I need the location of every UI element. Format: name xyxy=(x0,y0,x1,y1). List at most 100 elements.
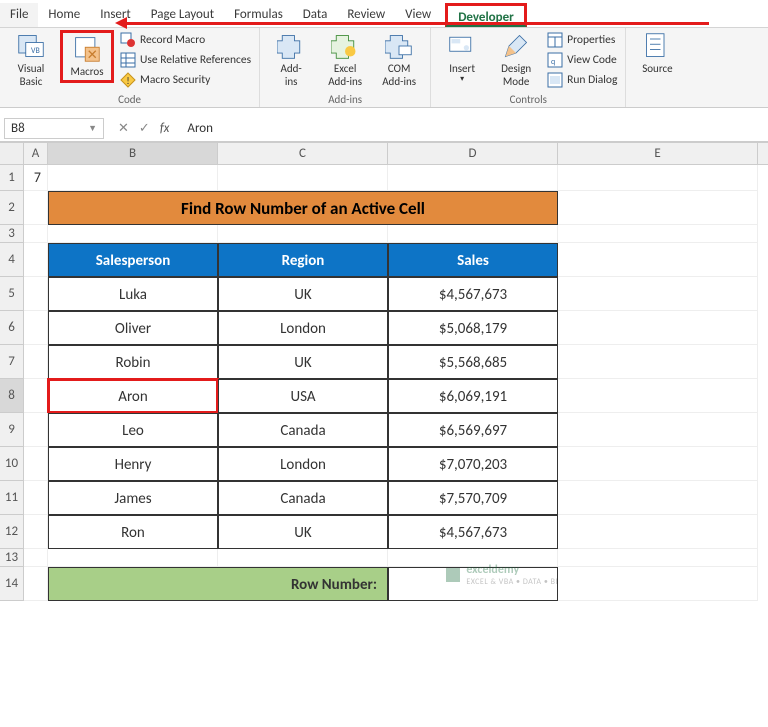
annotation-arrow xyxy=(119,22,709,25)
row-number-label[interactable]: Row Number: xyxy=(48,567,388,601)
cell-sales[interactable]: $7,070,203 xyxy=(388,447,558,481)
row-1: 1 7 xyxy=(0,165,768,191)
com-addins-button[interactable]: COM Add-ins xyxy=(374,30,424,90)
excel-addins-button[interactable]: Excel Add-ins xyxy=(320,30,370,90)
table-row: 5 LukaUK$4,567,673 xyxy=(0,277,768,311)
table-row: 11 JamesCanada$7,570,709 xyxy=(0,481,768,515)
cell-sales[interactable]: $6,069,191 xyxy=(388,379,558,413)
cell-salesperson[interactable]: James xyxy=(48,481,218,515)
cancel-formula-icon[interactable]: ✕ xyxy=(118,121,129,136)
run-dialog-button[interactable]: Run Dialog xyxy=(545,70,619,90)
header-region[interactable]: Region xyxy=(218,243,388,277)
row-header-2[interactable]: 2 xyxy=(0,191,24,225)
row-header[interactable]: 10 xyxy=(0,447,24,481)
row-header[interactable]: 7 xyxy=(0,345,24,379)
row-4: 4 Salesperson Region Sales xyxy=(0,243,768,277)
cell-region[interactable]: London xyxy=(218,447,388,481)
cell-region[interactable]: USA xyxy=(218,379,388,413)
macros-icon xyxy=(73,35,101,63)
row-header[interactable]: 5 xyxy=(0,277,24,311)
macro-security-icon: ! xyxy=(120,72,136,88)
cell-region[interactable]: Canada xyxy=(218,413,388,447)
accept-formula-icon[interactable]: ✓ xyxy=(139,121,150,136)
tab-file[interactable]: File xyxy=(0,3,38,27)
cell-region[interactable]: UK xyxy=(218,345,388,379)
name-box[interactable]: B8▼ xyxy=(4,118,104,139)
visual-basic-button[interactable]: VB Visual Basic xyxy=(6,30,56,90)
svg-text:VB: VB xyxy=(31,47,40,56)
cell-sales[interactable]: $5,568,685 xyxy=(388,345,558,379)
insert-control-icon xyxy=(448,32,476,60)
macros-button[interactable]: Macros xyxy=(60,30,114,83)
row-header-3[interactable]: 3 xyxy=(0,225,24,243)
fx-icon[interactable]: fx xyxy=(160,121,170,136)
cell-salesperson[interactable]: Oliver xyxy=(48,311,218,345)
record-macro-icon xyxy=(120,32,136,48)
select-all-corner[interactable] xyxy=(0,143,24,164)
run-dialog-icon xyxy=(547,72,563,88)
record-macro-button[interactable]: Record Macro xyxy=(118,30,253,50)
row-header[interactable]: 12 xyxy=(0,515,24,549)
cell-salesperson[interactable]: Leo xyxy=(48,413,218,447)
cell-salesperson[interactable]: Aron xyxy=(48,379,218,413)
col-header-e[interactable]: E xyxy=(558,143,758,164)
cell-region[interactable]: Canada xyxy=(218,481,388,515)
formula-input[interactable]: Aron xyxy=(169,121,213,136)
cell-region[interactable]: London xyxy=(218,311,388,345)
row-3: 3 xyxy=(0,225,768,243)
cell-region[interactable]: UK xyxy=(218,515,388,549)
row-header[interactable]: 11 xyxy=(0,481,24,515)
properties-icon xyxy=(547,32,563,48)
col-header-b[interactable]: B xyxy=(48,143,218,164)
ribbon-tabs: File Home Insert Page Layout Formulas Da… xyxy=(0,0,768,28)
table-row: 7 RobinUK$5,568,685 xyxy=(0,345,768,379)
table-row: 12 RonUK$4,567,673 xyxy=(0,515,768,549)
row-header[interactable]: 8 xyxy=(0,379,24,413)
addins-button[interactable]: Add- ins xyxy=(266,30,316,90)
worksheet: A B C D E 1 7 2 Find Row Number of an Ac… xyxy=(0,142,768,601)
title-banner[interactable]: Find Row Number of an Active Cell xyxy=(48,191,558,225)
cell-salesperson[interactable]: Robin xyxy=(48,345,218,379)
cell-sales[interactable]: $7,570,709 xyxy=(388,481,558,515)
svg-text:!: ! xyxy=(126,74,129,87)
ribbon: VB Visual Basic Macros Record Macro Use … xyxy=(0,28,768,108)
macro-security-button[interactable]: ! Macro Security xyxy=(118,70,253,90)
tab-home[interactable]: Home xyxy=(38,3,90,27)
group-controls: Insert▾ Design Mode Properties q View Co… xyxy=(431,28,626,107)
formula-bar: B8▼ ✕ ✓ fx Aron xyxy=(0,116,768,142)
svg-text:q: q xyxy=(551,57,555,67)
row-header[interactable]: 9 xyxy=(0,413,24,447)
group-label-addins: Add-ins xyxy=(266,92,424,106)
header-sales[interactable]: Sales xyxy=(388,243,558,277)
cell-sales[interactable]: $5,068,179 xyxy=(388,311,558,345)
excel-addins-icon xyxy=(331,32,359,60)
cell-salesperson[interactable]: Luka xyxy=(48,277,218,311)
design-mode-button[interactable]: Design Mode xyxy=(491,30,541,90)
use-relative-references-button[interactable]: Use Relative References xyxy=(118,50,253,70)
table-row: 6 OliverLondon$5,068,179 xyxy=(0,311,768,345)
cell-sales[interactable]: $4,567,673 xyxy=(388,515,558,549)
insert-control-button[interactable]: Insert▾ xyxy=(437,30,487,87)
col-header-c[interactable]: C xyxy=(218,143,388,164)
row-header[interactable]: 6 xyxy=(0,311,24,345)
col-header-a[interactable]: A xyxy=(24,143,48,164)
cell-sales[interactable]: $6,569,697 xyxy=(388,413,558,447)
properties-button[interactable]: Properties xyxy=(545,30,619,50)
source-icon xyxy=(643,32,671,60)
row-header-14[interactable]: 14 xyxy=(0,567,24,601)
cell-salesperson[interactable]: Henry xyxy=(48,447,218,481)
table-row: 9 LeoCanada$6,569,697 xyxy=(0,413,768,447)
view-code-button[interactable]: q View Code xyxy=(545,50,619,70)
group-addins: Add- ins Excel Add-ins COM Add-ins Add-i… xyxy=(260,28,431,107)
cell-salesperson[interactable]: Ron xyxy=(48,515,218,549)
cell-sales[interactable]: $4,567,673 xyxy=(388,277,558,311)
source-button[interactable]: Source xyxy=(632,30,682,77)
row-header-4[interactable]: 4 xyxy=(0,243,24,277)
row-header-1[interactable]: 1 xyxy=(0,165,24,191)
cell-a1[interactable]: 7 xyxy=(24,165,48,191)
col-header-d[interactable]: D xyxy=(388,143,558,164)
row-header-13[interactable]: 13 xyxy=(0,549,24,567)
cell-region[interactable]: UK xyxy=(218,277,388,311)
table-row: 10 HenryLondon$7,070,203 xyxy=(0,447,768,481)
header-salesperson[interactable]: Salesperson xyxy=(48,243,218,277)
